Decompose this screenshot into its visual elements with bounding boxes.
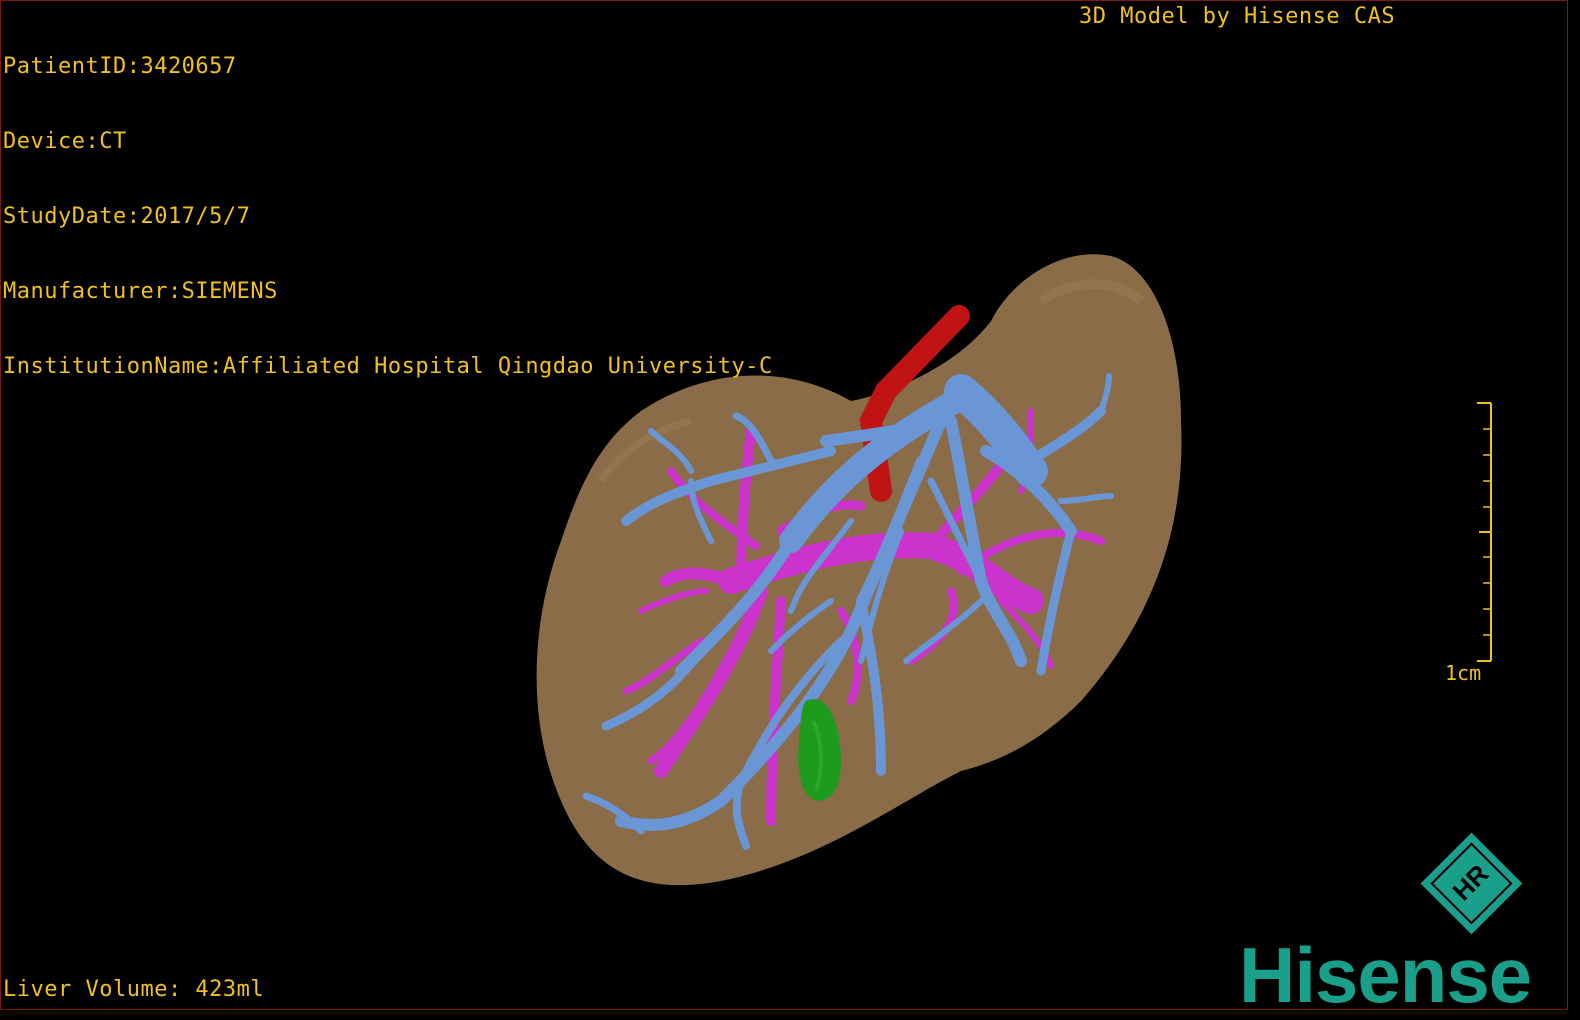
liver-volume: Liver Volume: 423ml — [3, 977, 265, 1002]
scale-ruler — [1477, 402, 1492, 662]
hisense-logo: Hisense — [1239, 931, 1532, 1010]
device: Device:CT — [3, 129, 127, 154]
model-credit: 3D Model by Hisense CAS — [1079, 4, 1396, 29]
scale-label: 1cm — [1445, 661, 1482, 685]
study-info-panel: PatientID:3420657 Device:CT StudyDate:20… — [3, 4, 773, 429]
patient-id: PatientID:3420657 — [3, 54, 237, 79]
3d-viewport[interactable]: PatientID:3420657 Device:CT StudyDate:20… — [0, 0, 1568, 1010]
hr-badge-icon: HR — [1420, 832, 1523, 935]
manufacturer: Manufacturer:SIEMENS — [3, 279, 278, 304]
study-date: StudyDate:2017/5/7 — [3, 204, 251, 229]
institution-name: InstitutionName:Affiliated Hospital Qing… — [3, 354, 773, 379]
